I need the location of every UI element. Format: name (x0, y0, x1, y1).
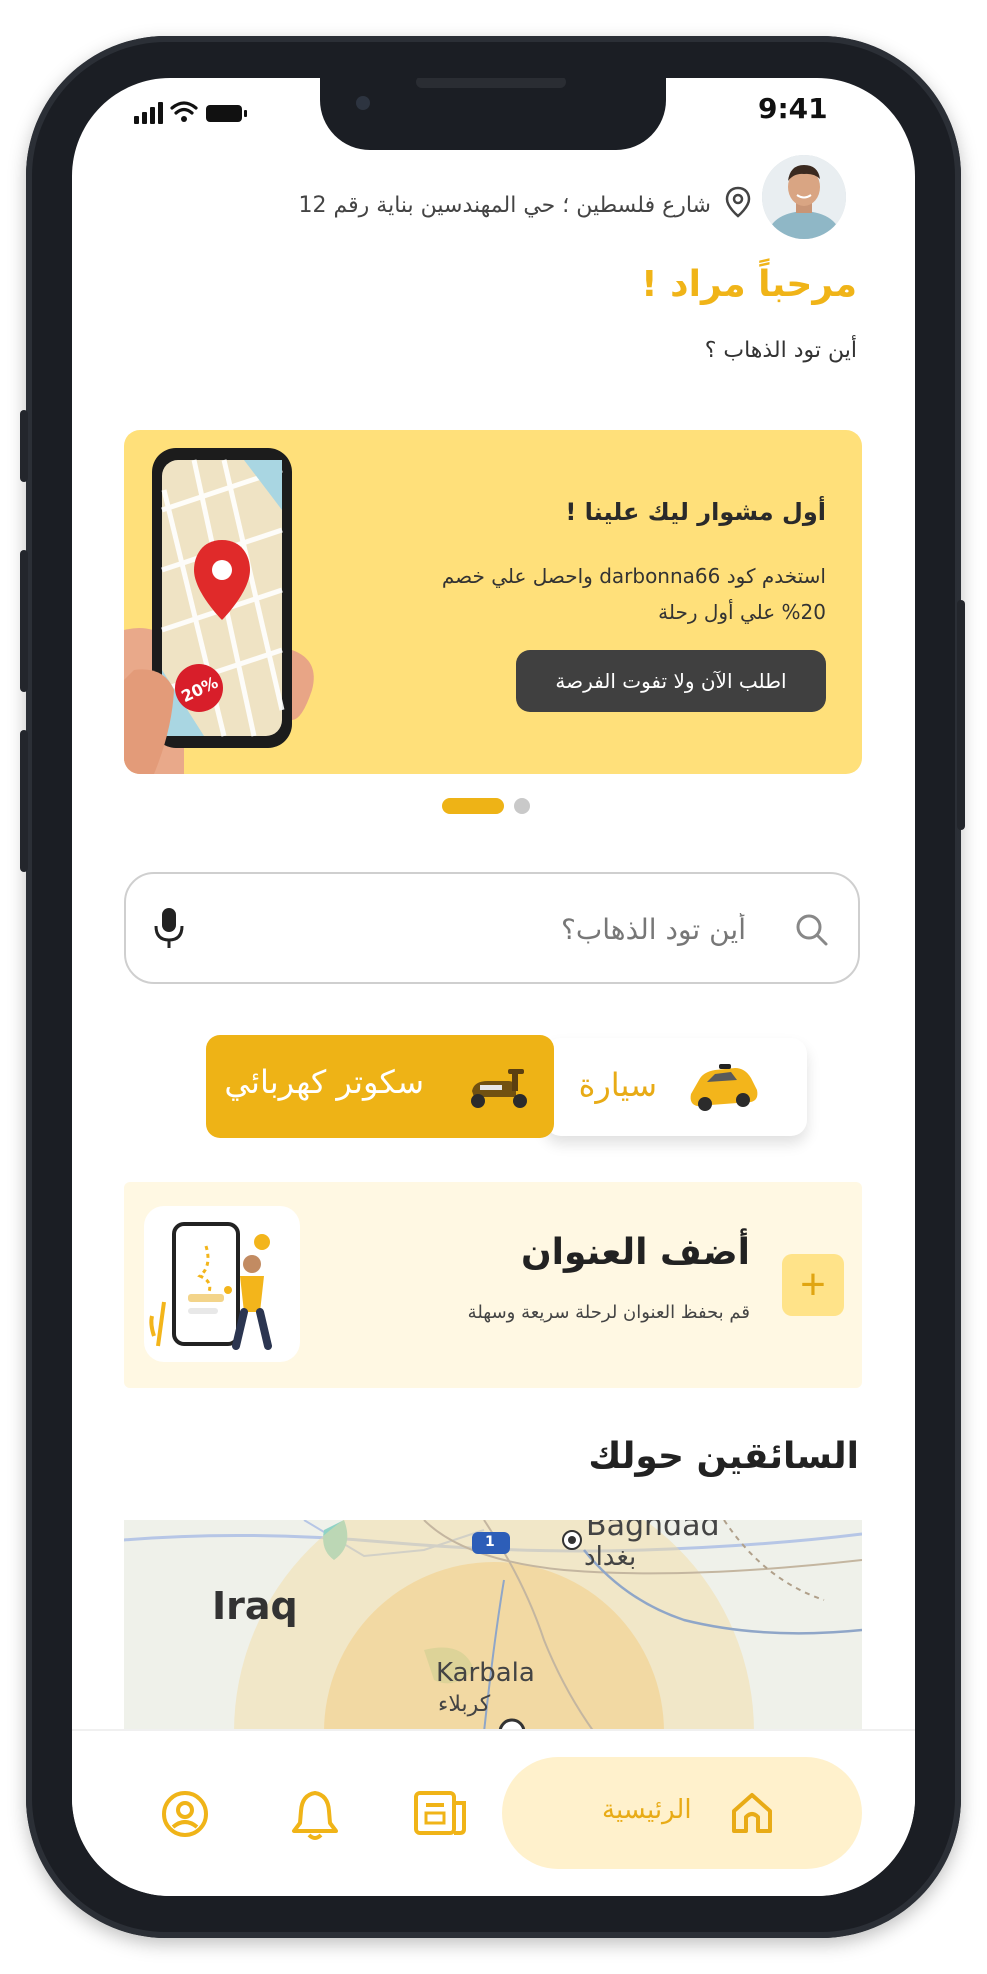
scooter-icon (464, 1067, 534, 1115)
nav-home[interactable]: الرئيسية (502, 1757, 862, 1869)
promo-phone-illustration: 20% (124, 430, 364, 774)
search-icon (794, 912, 830, 952)
signal-icon (134, 102, 163, 124)
status-icons (134, 98, 264, 132)
bottom-navigation: الرئيسية (72, 1729, 915, 1896)
side-button (20, 730, 28, 872)
address-card-subtitle: قم بحفظ العنوان لرحلة سريعة وسهلة (467, 1302, 750, 1323)
speaker (416, 78, 566, 88)
screen: 9:41 شارع فلسطين ؛ حي المهندسين بناية رق… (72, 78, 915, 1896)
carousel-dot-active (442, 798, 504, 814)
notch (320, 78, 666, 150)
promo-description: استخدم كود darbonna66 واحصل علي خصم 20% … (441, 564, 826, 624)
address-illustration (144, 1206, 300, 1366)
search-box[interactable] (124, 872, 860, 984)
location-text: شارع فلسطين ؛ حي المهندسين بناية رقم 12 (298, 192, 711, 218)
map-road-number: 1 (485, 1534, 495, 1550)
search-input[interactable] (244, 902, 748, 956)
map-label-city-ar: كربلاء (438, 1692, 491, 1717)
wifi-icon (170, 101, 198, 115)
battery-icon (206, 105, 247, 122)
bell-icon[interactable] (290, 1789, 340, 1845)
status-time: 9:41 (758, 92, 828, 125)
map-label-city: Baghdad (586, 1520, 720, 1543)
welcome-subtitle: أين تود الذهاب ؟ (704, 338, 857, 363)
car-icon (685, 1060, 761, 1118)
drivers-map[interactable]: 1 Iraq Baghdad بغداد Karbala كربلاء (124, 1520, 862, 1732)
carousel-indicator (442, 794, 532, 822)
vehicle-option-car[interactable]: سيارة (545, 1038, 807, 1136)
add-address-button[interactable]: + (782, 1254, 844, 1316)
promo-order-button[interactable]: اطلب الآن ولا تفوت الفرصة (516, 650, 826, 712)
add-address-card[interactable]: + أضف العنوان قم بحفظ العنوان لرحلة سريع… (124, 1182, 862, 1388)
vehicle-option-scooter[interactable]: سكوتر كهربائي (206, 1035, 554, 1138)
map-label-city: Karbala (436, 1658, 535, 1688)
side-button (20, 550, 28, 692)
map-label-city-ar: بغداد (584, 1542, 637, 1572)
location-pin-icon (725, 186, 751, 224)
address-card-title: أضف العنوان (520, 1232, 750, 1273)
location-row[interactable]: شارع فلسطين ؛ حي المهندسين بناية رقم 12 (299, 186, 751, 224)
side-button (20, 410, 28, 482)
side-button (957, 600, 965, 830)
microphone-icon[interactable] (152, 906, 186, 954)
vehicle-option-label: سيارة (578, 1066, 657, 1104)
home-icon (728, 1789, 776, 1841)
carousel-dot (514, 798, 530, 814)
welcome-title: مرحباً مراد ! (641, 264, 857, 305)
drivers-section-title: السائقين حولك (588, 1436, 859, 1477)
vehicle-option-label: سكوتر كهربائي (224, 1063, 424, 1101)
profile-icon[interactable] (160, 1789, 210, 1843)
document-icon[interactable] (412, 1789, 468, 1841)
promo-banner[interactable]: 20% أول مشوار ليك علينا ! استخدم كود dar… (124, 430, 862, 774)
avatar[interactable] (762, 155, 846, 239)
map-label-country: Iraq (212, 1584, 298, 1628)
nav-home-label: الرئيسية (602, 1795, 692, 1825)
camera-icon (356, 96, 370, 110)
promo-title: أول مشوار ليك علينا ! (565, 498, 826, 526)
